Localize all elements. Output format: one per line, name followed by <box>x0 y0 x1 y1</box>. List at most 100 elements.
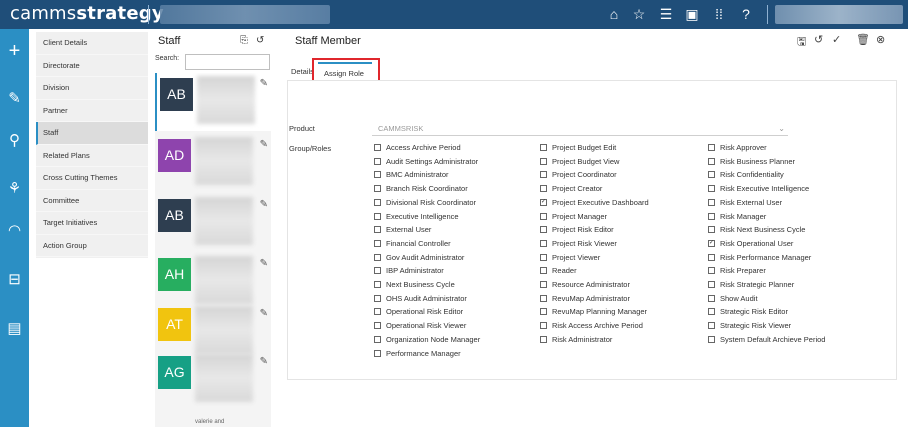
role-checkbox[interactable] <box>374 294 381 302</box>
role-option[interactable]: Branch Risk Coordinator <box>374 184 468 193</box>
staff-card[interactable]: AD ✎ <box>155 134 271 192</box>
role-checkbox[interactable] <box>374 226 381 234</box>
role-checkbox[interactable] <box>540 253 547 261</box>
menu-item-cross-cutting-themes[interactable]: Cross Cutting Themes <box>36 167 148 190</box>
role-checkbox[interactable] <box>708 157 715 165</box>
report-icon[interactable]: ⊟ <box>4 269 25 290</box>
role-checkbox[interactable] <box>540 157 547 165</box>
history-icon[interactable]: ↺ <box>256 35 264 46</box>
menu-item-committee[interactable]: Committee <box>36 190 148 212</box>
role-option[interactable]: BMC Administrator <box>374 170 449 179</box>
document-icon[interactable]: ▤ <box>4 318 25 339</box>
role-option[interactable]: Divisional Risk Coordinator <box>374 198 476 207</box>
role-checkbox[interactable] <box>374 144 381 151</box>
role-checkbox[interactable] <box>708 171 715 179</box>
role-checkbox[interactable] <box>540 281 547 288</box>
role-option[interactable]: RevuMap Planning Manager <box>540 307 647 316</box>
role-option[interactable]: Project Budget Edit <box>540 143 616 152</box>
menu-item-action-group[interactable]: Action Group <box>36 235 148 257</box>
role-option[interactable]: Strategic Risk Viewer <box>708 321 791 330</box>
role-checkbox[interactable] <box>374 349 381 357</box>
role-option[interactable]: Gov Audit Administrator <box>374 253 464 262</box>
role-checkbox[interactable] <box>374 281 381 288</box>
spellcheck-icon[interactable]: ✓ <box>832 33 841 46</box>
role-checkbox[interactable] <box>708 335 715 343</box>
add-icon[interactable]: + <box>4 41 25 62</box>
role-option[interactable]: Risk Manager <box>708 212 766 221</box>
menu-icon[interactable]: ☰ <box>657 5 675 23</box>
redacted-user[interactable] <box>775 5 903 24</box>
role-checkbox[interactable] <box>540 171 547 179</box>
role-option[interactable]: External User <box>374 225 431 234</box>
role-option[interactable]: Operational Risk Viewer <box>374 321 466 330</box>
edit-icon[interactable]: ✎ <box>260 258 268 269</box>
search-input[interactable] <box>185 54 270 70</box>
role-option[interactable]: Next Business Cycle <box>374 280 455 289</box>
role-checkbox[interactable] <box>540 335 547 343</box>
role-checkbox[interactable] <box>708 198 715 206</box>
role-checkbox[interactable] <box>540 267 547 275</box>
role-option[interactable]: Resource Administrator <box>540 280 630 289</box>
role-checkbox[interactable] <box>708 281 715 288</box>
role-checkbox[interactable] <box>708 253 715 261</box>
role-option[interactable]: Show Audit <box>708 294 758 303</box>
export-icon[interactable]: ⎘ <box>240 35 248 46</box>
product-select[interactable]: CAMMSRISK ⌄ <box>372 121 788 136</box>
role-option[interactable]: Reader <box>540 266 577 275</box>
role-option[interactable]: Performance Manager <box>374 349 461 358</box>
role-option[interactable]: ✓ Project Executive Dashboard <box>540 198 649 207</box>
role-option[interactable]: IBP Administrator <box>374 266 444 275</box>
role-option[interactable]: Project Risk Editor <box>540 225 614 234</box>
staff-card[interactable]: AG ✎ <box>155 351 271 409</box>
role-checkbox[interactable] <box>540 294 547 302</box>
role-checkbox[interactable] <box>374 322 381 330</box>
menu-item-related-plans[interactable]: Related Plans <box>36 145 148 167</box>
role-checkbox[interactable] <box>374 185 381 193</box>
role-checkbox[interactable] <box>374 212 381 220</box>
role-option[interactable]: Risk Approver <box>708 143 767 152</box>
edit-icon[interactable]: ✎ <box>260 199 268 210</box>
role-option[interactable]: Audit Settings Administrator <box>374 157 478 166</box>
role-option[interactable]: OHS Audit Administrator <box>374 294 467 303</box>
role-checkbox[interactable] <box>708 294 715 302</box>
role-option[interactable]: Risk Executive Intelligence <box>708 184 809 193</box>
role-option[interactable]: Project Coordinator <box>540 170 617 179</box>
role-option[interactable]: Access Archive Period <box>374 143 461 152</box>
role-option[interactable]: ✓ Risk Operational User <box>708 239 793 248</box>
role-option[interactable]: Risk Preparer <box>708 266 766 275</box>
role-option[interactable]: Organization Node Manager <box>374 335 480 344</box>
role-option[interactable]: Risk Strategic Planner <box>708 280 794 289</box>
role-checkbox[interactable] <box>374 267 381 275</box>
edit-icon[interactable]: ✎ <box>260 308 268 319</box>
role-option[interactable]: Risk Administrator <box>540 335 612 344</box>
role-checkbox[interactable] <box>374 253 381 261</box>
role-option[interactable]: Strategic Risk Editor <box>708 307 788 316</box>
role-option[interactable]: System Default Archieve Period <box>708 335 825 344</box>
role-option[interactable]: Project Manager <box>540 212 607 221</box>
save-icon[interactable]: 🖫 <box>797 33 806 52</box>
role-option[interactable]: RevuMap Administrator <box>540 294 630 303</box>
edit-icon[interactable]: ✎ <box>260 356 268 367</box>
menu-item-division[interactable]: Division <box>36 77 148 100</box>
pencil-icon[interactable]: ✎ <box>4 88 25 109</box>
menu-item-target-initiatives[interactable]: Target Initiatives <box>36 212 148 235</box>
star-icon[interactable]: ☆ <box>630 5 648 23</box>
role-checkbox[interactable]: ✓ <box>540 198 547 206</box>
menu-item-partner[interactable]: Partner <box>36 100 148 122</box>
apps-grid-icon[interactable]: ⁞⁞ <box>710 5 728 23</box>
role-option[interactable]: Project Creator <box>540 184 602 193</box>
edit-icon[interactable]: ✎ <box>260 78 268 89</box>
role-checkbox[interactable] <box>708 267 715 275</box>
role-checkbox[interactable] <box>540 226 547 234</box>
search-icon[interactable]: ⚲ <box>4 130 25 151</box>
network-icon[interactable]: ⚘ <box>4 178 25 199</box>
role-checkbox[interactable] <box>708 144 715 151</box>
role-checkbox[interactable] <box>374 171 381 179</box>
staff-card[interactable]: AB ✎ <box>155 73 271 131</box>
history-icon[interactable]: ↺ <box>814 33 823 46</box>
gauge-icon[interactable]: ◠ <box>4 220 25 241</box>
role-option[interactable]: Operational Risk Editor <box>374 307 463 316</box>
home-icon[interactable]: ⌂ <box>605 5 623 23</box>
close-icon[interactable]: ⊗ <box>876 33 885 46</box>
role-checkbox[interactable]: ✓ <box>708 239 715 247</box>
